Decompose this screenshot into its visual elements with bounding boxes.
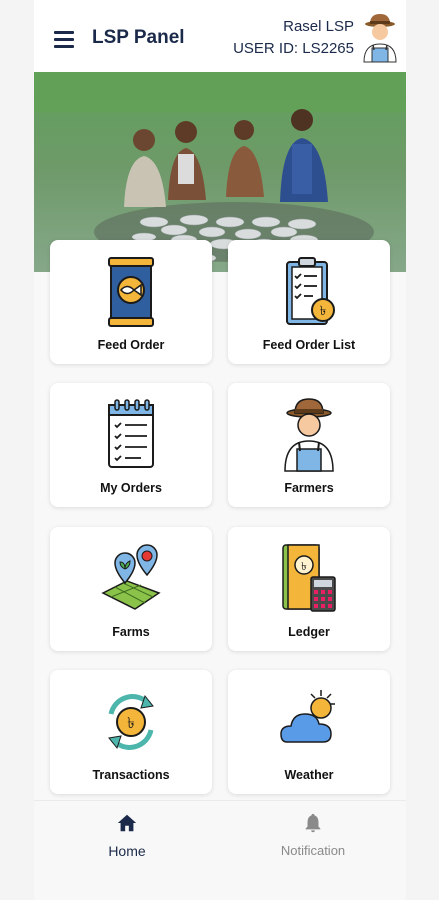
transactions-card[interactable]: ৳ Transactions — [50, 670, 212, 794]
map-pins-icon — [101, 544, 161, 610]
my-orders-card[interactable]: My Orders — [50, 383, 212, 507]
app-title: LSP Panel — [92, 27, 185, 48]
farmers-card[interactable]: Farmers — [228, 383, 390, 507]
nav-notification-label: Notification — [280, 843, 346, 858]
svg-text:৳: ৳ — [301, 560, 306, 573]
farms-label: Farms — [112, 625, 150, 639]
clipboard-list-icon: ৳ — [286, 257, 335, 325]
ledger-label: Ledger — [288, 625, 330, 639]
bell-icon — [305, 813, 321, 833]
feed-order-label: Feed Order — [97, 338, 165, 352]
my-orders-label: My Orders — [100, 481, 162, 495]
transactions-label: Transactions — [92, 768, 170, 782]
feed-order-list-card[interactable]: ৳ Feed Order List — [228, 240, 390, 364]
user-avatar-icon[interactable] — [360, 12, 400, 64]
user-name: Rasel LSP — [283, 18, 354, 35]
svg-text:৳: ৳ — [127, 714, 134, 732]
app-header: LSP Panel Rasel LSP USER ID: LS2265 — [34, 0, 406, 72]
app-screen: LSP Panel Rasel LSP USER ID: LS2265 Feed… — [0, 0, 439, 900]
taka-exchange-icon: ৳ — [108, 694, 154, 750]
weather-label: Weather — [284, 768, 334, 782]
weather-card[interactable]: Weather — [228, 670, 390, 794]
notepad-checklist-icon — [108, 399, 154, 468]
feed-bag-icon — [108, 257, 154, 327]
nav-notification[interactable]: Notification — [263, 812, 363, 858]
farmer-icon — [284, 398, 334, 472]
feed-order-card[interactable]: Feed Order — [50, 240, 212, 364]
sun-cloud-icon — [280, 690, 335, 743]
hamburger-menu-icon[interactable] — [54, 31, 74, 48]
svg-text:৳: ৳ — [320, 304, 326, 319]
right-margin — [406, 0, 439, 900]
farmers-label: Farmers — [284, 481, 334, 495]
feed-order-list-label: Feed Order List — [262, 338, 356, 352]
ledger-calculator-icon: ৳ — [282, 544, 336, 612]
home-icon — [117, 814, 137, 832]
ledger-card[interactable]: ৳ Ledger — [228, 527, 390, 651]
nav-home-label: Home — [108, 843, 146, 859]
farms-card[interactable]: Farms — [50, 527, 212, 651]
user-id: USER ID: LS2265 — [233, 40, 354, 57]
nav-home[interactable]: Home — [77, 812, 177, 859]
left-margin — [0, 0, 34, 900]
